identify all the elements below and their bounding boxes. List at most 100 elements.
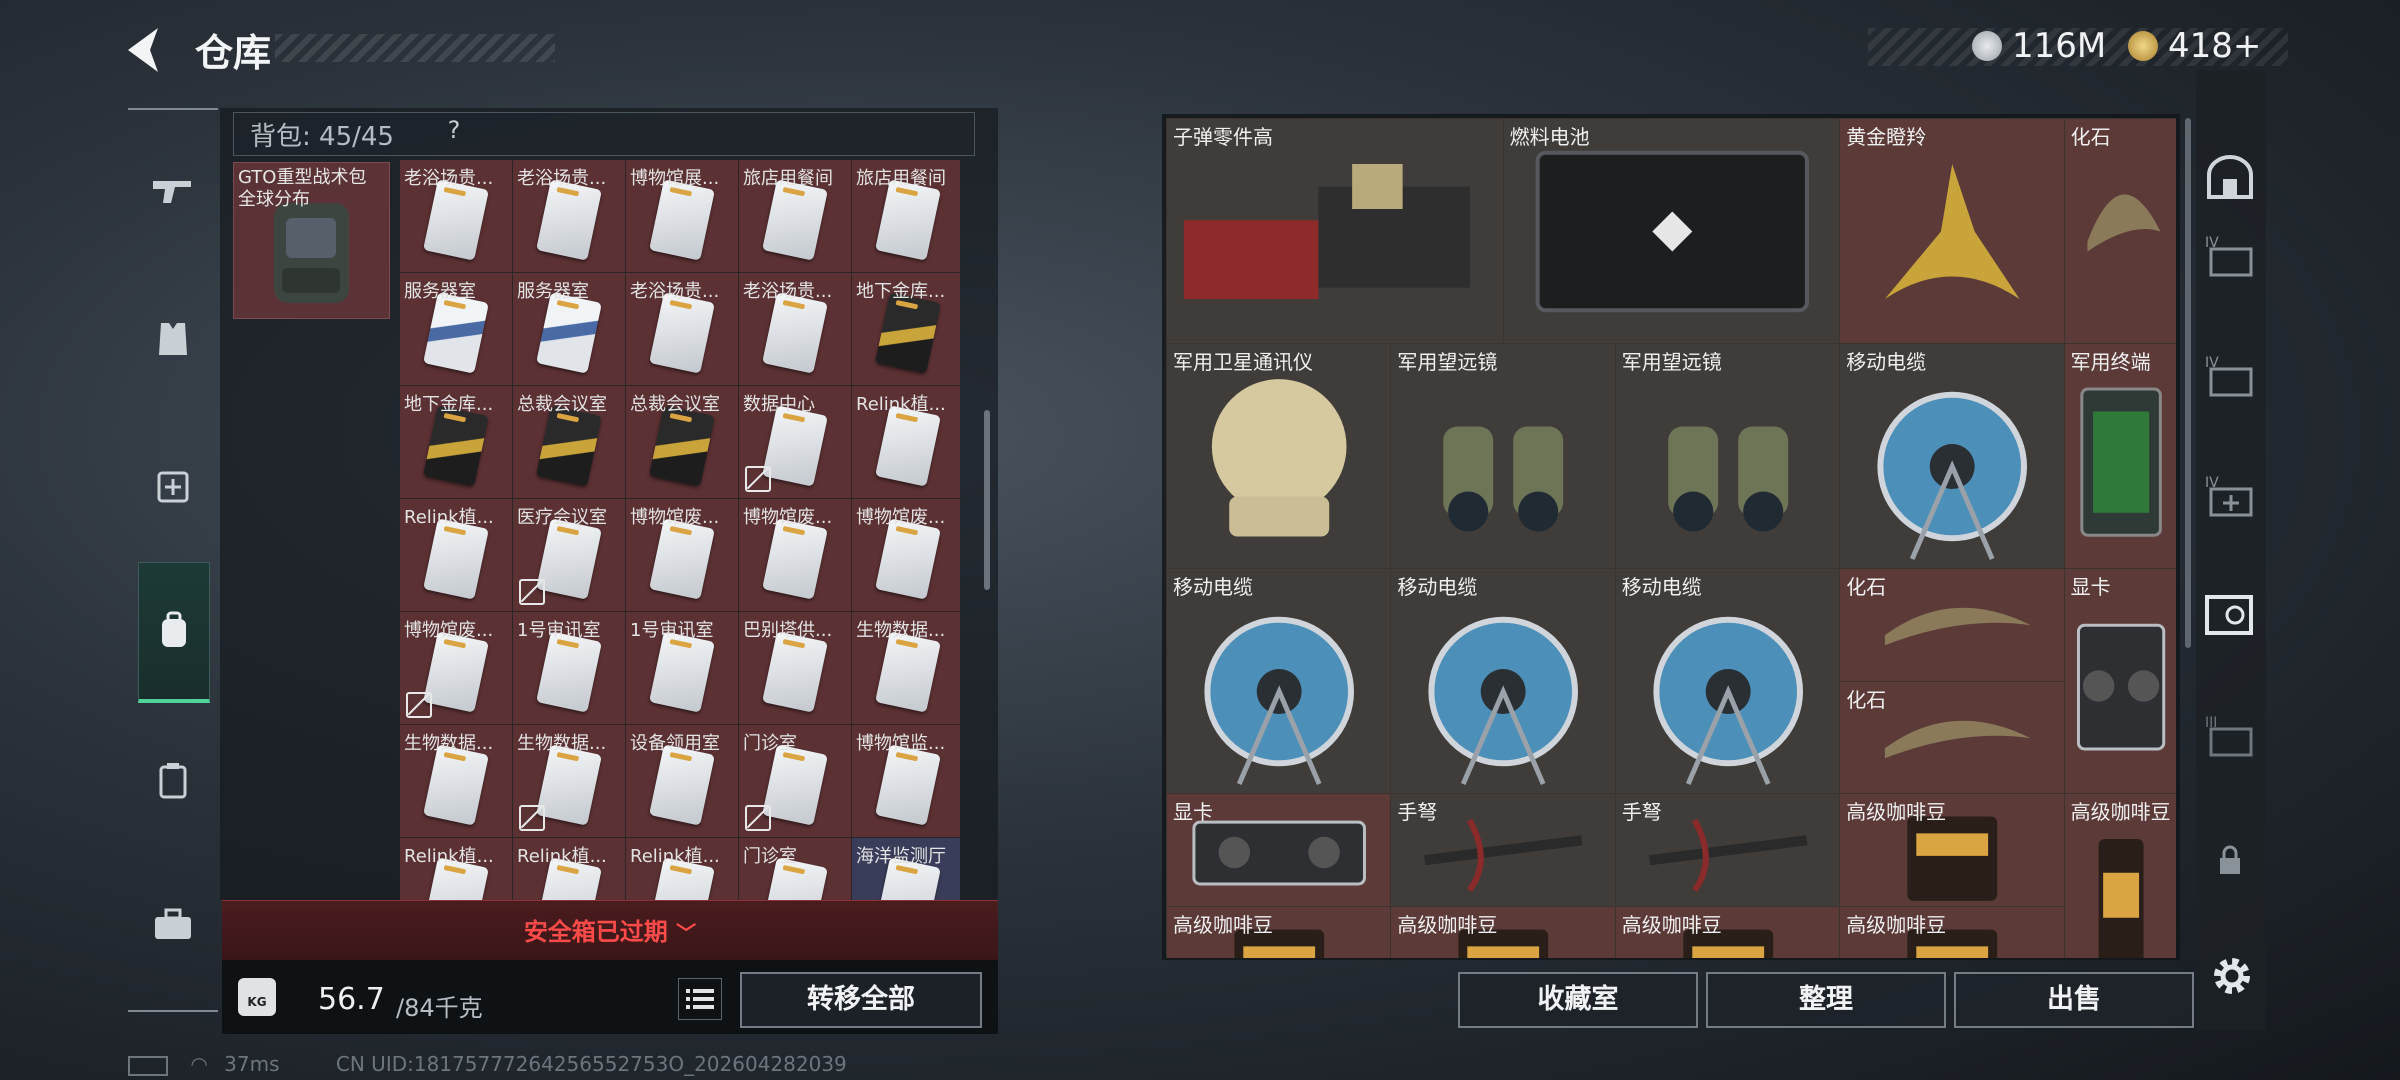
backpack-icon (162, 611, 186, 647)
backpack-keycard[interactable]: Relink植... (626, 838, 738, 900)
backpack-scrollbar[interactable] (984, 410, 990, 590)
help-button[interactable]: ? (436, 116, 472, 146)
back-button[interactable] (118, 22, 174, 78)
stash-scrollbar[interactable] (2185, 118, 2191, 648)
backpack-keycard[interactable]: 地下金库... (400, 386, 512, 498)
backpack-keycard[interactable]: 老浴场贵... (739, 273, 851, 385)
stash-item[interactable]: 燃料电池 (1502, 118, 1841, 344)
collection-room-button[interactable]: 收藏室 (1458, 972, 1698, 1028)
backpack-keycard[interactable]: 旅店用餐间 (739, 160, 851, 272)
nav-armor[interactable] (138, 304, 208, 374)
backpack-keycard[interactable]: 设备领用室 (626, 725, 738, 837)
transfer-all-button[interactable]: 转移全部 (740, 972, 982, 1028)
keycard-label: Relink植... (404, 846, 494, 867)
stash-item[interactable]: 军用望远镜 (1390, 343, 1616, 569)
backpack-keycard[interactable]: 海洋监测厅 (852, 838, 960, 900)
equipped-backpack-name: GTO重型战术包 全球分布 (238, 167, 367, 210)
stash-item[interactable]: 高级咖啡豆 (1614, 905, 1841, 958)
backpack-keycard[interactable]: 数据中心 (739, 386, 851, 498)
backpack-keycard[interactable]: 老浴场贵... (400, 160, 512, 272)
keycard-icon (536, 744, 602, 826)
backpack-keycard[interactable]: Relink植... (400, 838, 512, 900)
cable-reel-icon (1653, 616, 1803, 785)
gpu-tab[interactable] (2200, 586, 2260, 646)
list-view-button[interactable] (678, 978, 722, 1020)
canister-icon (159, 763, 187, 799)
backpack-keycard[interactable]: 门诊室 (739, 838, 851, 900)
keycard-label: 生物数据... (404, 733, 494, 754)
backpack-keycard[interactable]: 博物馆废... (739, 499, 851, 611)
lock-tab[interactable] (2200, 830, 2260, 890)
status-bar: ◠ 37ms CN UID:18175777264256552753O_2026… (128, 1052, 847, 1076)
folder-iv-tab[interactable]: IV (2200, 226, 2260, 286)
sell-button[interactable]: 出售 (1954, 972, 2194, 1028)
stash-item[interactable]: 显卡 (1166, 793, 1392, 907)
stash-item[interactable]: 化石 (2063, 118, 2176, 344)
backpack-keycard[interactable]: 巴别塔供... (739, 612, 851, 724)
stash-item[interactable]: 子弹零件高 (1166, 118, 1504, 344)
medkit-iv-tab[interactable]: IV (2200, 466, 2260, 526)
toolbox-icon (155, 908, 191, 939)
backpack-keycard[interactable]: 博物馆废... (400, 612, 512, 724)
stash-item[interactable]: 高级咖啡豆 (1839, 905, 2065, 958)
backpack-keycard[interactable]: 博物馆废... (626, 499, 738, 611)
organize-button[interactable]: 整理 (1706, 972, 1946, 1028)
nav-container[interactable] (138, 746, 208, 816)
stash-item-label: 军用望远镜 (1621, 350, 1722, 374)
folder-iv-2-tab[interactable]: IV (2200, 346, 2260, 406)
keycard-icon (536, 631, 602, 713)
backpack-keycard[interactable]: 医疗会议室 (513, 499, 625, 611)
stash-item[interactable]: 移动电缆 (1390, 568, 1616, 794)
military-terminal-icon (2079, 387, 2162, 537)
backpack-keycard[interactable]: 旅店用餐间 (852, 160, 960, 272)
currency-silver: 116M (1972, 26, 2106, 66)
stash-item[interactable]: 移动电缆 (1614, 568, 1841, 794)
stash-item[interactable]: 高级咖啡豆 (1839, 793, 2065, 907)
backpack-keycard[interactable]: Relink植... (400, 499, 512, 611)
stash-item[interactable]: 显卡 (2063, 568, 2176, 794)
backpack-keycard[interactable]: 总裁会议室 (513, 386, 625, 498)
backpack-keycard[interactable]: Relink植... (513, 838, 625, 900)
folder-iii-tab[interactable]: III (2200, 706, 2260, 766)
backpack-keycard[interactable]: 老浴场贵... (626, 273, 738, 385)
safe-tab[interactable] (2200, 148, 2260, 208)
nav-toolbox[interactable] (138, 890, 208, 960)
nav-weapons[interactable] (138, 156, 208, 226)
stash-item[interactable]: 移动电缆 (1166, 568, 1392, 794)
stash-item[interactable]: 黄金瞪羚 (1839, 118, 2065, 344)
backpack-keycard[interactable]: 老浴场贵... (513, 160, 625, 272)
backpack-keycard[interactable]: 博物馆监... (852, 725, 960, 837)
backpack-keycard[interactable]: 生物数据... (400, 725, 512, 837)
backpack-keycard[interactable]: 博物馆展... (626, 160, 738, 272)
backpack-keycard[interactable]: 地下金库... (852, 273, 960, 385)
battery-icon (128, 1055, 168, 1076)
nav-medical[interactable] (138, 450, 208, 520)
backpack-keycard[interactable]: 博物馆废... (852, 499, 960, 611)
stash-item-label: 显卡 (2070, 575, 2111, 599)
backpack-keycard[interactable]: 服务器室 (400, 273, 512, 385)
stash-item[interactable]: 高级咖啡豆 (1166, 905, 1392, 958)
keycard-label: 总裁会议室 (630, 394, 720, 415)
stash-item[interactable]: 高级咖啡豆 (2063, 793, 2176, 958)
backpack-keycard[interactable]: 1号审讯室 (513, 612, 625, 724)
stash-item[interactable]: 化石 (1839, 680, 2065, 794)
stash-item[interactable]: 军用卫星通讯仪 (1166, 343, 1392, 569)
stash-item[interactable]: 军用终端 (2063, 343, 2176, 569)
stash-item[interactable]: 化石 (1839, 568, 2065, 682)
stash-item[interactable]: 高级咖啡豆 (1390, 905, 1616, 958)
stash-item[interactable]: 军用望远镜 (1614, 343, 1841, 569)
backpack-keycard[interactable]: Relink植... (852, 386, 960, 498)
backpack-keycard[interactable]: 生物数据... (852, 612, 960, 724)
backpack-keycard[interactable]: 1号审讯室 (626, 612, 738, 724)
folder-iv-2-icon: IV (2205, 355, 2253, 397)
stash-item[interactable]: 手弩 (1614, 793, 1841, 907)
stash-item[interactable]: 移动电缆 (1839, 343, 2065, 569)
keycard-label: 博物馆监... (856, 733, 946, 754)
backpack-keycard[interactable]: 总裁会议室 (626, 386, 738, 498)
backpack-keycard[interactable]: 服务器室 (513, 273, 625, 385)
backpack-keycard[interactable]: 生物数据... (513, 725, 625, 837)
backpack-keycard[interactable]: 门诊室 (739, 725, 851, 837)
nav-backpack[interactable] (138, 562, 210, 703)
stash-item[interactable]: 手弩 (1390, 793, 1616, 907)
settings-button[interactable] (2206, 950, 2258, 1002)
